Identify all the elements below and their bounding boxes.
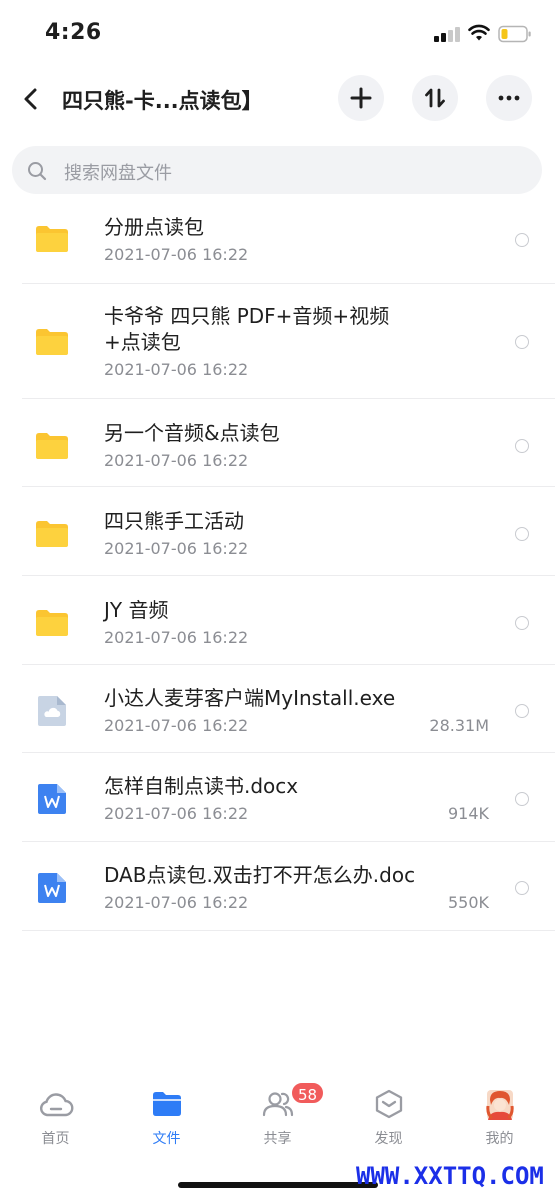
file-list: 分册点读包 2021-07-06 16:22 卡爷爷 四只熊 PDF+音频+视频… bbox=[0, 196, 555, 931]
watermark-text: WWW.XXTTQ.COM bbox=[356, 1162, 544, 1190]
file-name: 小达人麦芽客户端MyInstall.exe bbox=[104, 686, 396, 710]
file-size: 28.31M bbox=[429, 716, 489, 735]
tab-label: 发现 bbox=[374, 1131, 403, 1147]
search-icon bbox=[28, 162, 47, 181]
select-radio[interactable] bbox=[515, 439, 529, 453]
file-name: 卡爷爷 四只熊 PDF+音频+视频+点读包 bbox=[104, 304, 390, 354]
share-count-badge: 58 bbox=[290, 1081, 326, 1105]
tab-home[interactable]: 首页 bbox=[0, 1080, 111, 1160]
status-time: 4:26 bbox=[45, 20, 102, 45]
sort-button[interactable] bbox=[412, 75, 458, 121]
tab-discover[interactable]: 发现 bbox=[333, 1080, 444, 1160]
select-radio[interactable] bbox=[515, 881, 529, 895]
file-date: 2021-07-06 16:22 bbox=[104, 451, 249, 470]
word-doc-icon bbox=[38, 873, 66, 903]
file-name: JY 音频 bbox=[104, 598, 169, 622]
folder-icon bbox=[36, 610, 68, 636]
file-name: 另一个音频&点读包 bbox=[104, 421, 280, 445]
select-radio[interactable] bbox=[515, 527, 529, 541]
folder-icon bbox=[36, 433, 68, 459]
folder-icon bbox=[36, 226, 68, 252]
select-radio[interactable] bbox=[515, 233, 529, 247]
home-indicator bbox=[178, 1182, 378, 1188]
search-input[interactable]: 搜索网盘文件 bbox=[12, 146, 542, 194]
tab-files[interactable]: 文件 bbox=[111, 1080, 222, 1160]
cube-icon bbox=[375, 1089, 403, 1119]
sort-arrows-icon bbox=[425, 88, 445, 108]
list-item[interactable]: 小达人麦芽客户端MyInstall.exe 2021-07-06 16:22 2… bbox=[0, 665, 555, 753]
status-bar: 4:26 bbox=[0, 0, 555, 64]
more-dots-icon bbox=[498, 95, 520, 101]
file-name: 分册点读包 bbox=[104, 215, 204, 239]
tab-label: 共享 bbox=[263, 1131, 292, 1147]
file-date: 2021-07-06 16:22 bbox=[104, 804, 249, 823]
file-date: 2021-07-06 16:22 bbox=[104, 628, 249, 647]
list-item[interactable]: DAB点读包.双击打不开怎么办.doc 2021-07-06 16:22 550… bbox=[0, 842, 555, 931]
select-radio[interactable] bbox=[515, 792, 529, 806]
list-item[interactable]: 分册点读包 2021-07-06 16:22 bbox=[0, 196, 555, 284]
file-name: 怎样自制点读书.docx bbox=[104, 774, 299, 798]
wifi-icon bbox=[468, 24, 490, 41]
tab-label: 首页 bbox=[41, 1131, 70, 1147]
avatar-icon bbox=[486, 1090, 514, 1120]
list-item[interactable]: 怎样自制点读书.docx 2021-07-06 16:22 914K bbox=[0, 753, 555, 842]
file-size: 914K bbox=[447, 804, 489, 823]
select-radio[interactable] bbox=[515, 335, 529, 349]
cloud-icon bbox=[40, 1093, 74, 1117]
tab-profile[interactable]: 我的 bbox=[444, 1080, 555, 1160]
tab-label: 文件 bbox=[152, 1131, 181, 1147]
page-title: 四只熊-卡...点读包】 bbox=[62, 89, 263, 113]
file-date: 2021-07-06 16:22 bbox=[104, 539, 249, 558]
row-divider bbox=[22, 930, 555, 931]
more-button[interactable] bbox=[486, 75, 532, 121]
word-doc-icon bbox=[38, 784, 66, 814]
folder-icon bbox=[36, 521, 68, 547]
select-radio[interactable] bbox=[515, 704, 529, 718]
folder-icon bbox=[153, 1092, 181, 1116]
list-item[interactable]: JY 音频 2021-07-06 16:22 bbox=[0, 576, 555, 665]
list-item[interactable]: 四只熊手工活动 2021-07-06 16:22 bbox=[0, 487, 555, 576]
folder-icon bbox=[36, 329, 68, 355]
plus-icon bbox=[350, 87, 372, 109]
file-size: 550K bbox=[447, 893, 489, 912]
file-date: 2021-07-06 16:22 bbox=[104, 360, 249, 379]
list-item[interactable]: 卡爷爷 四只熊 PDF+音频+视频+点读包 2021-07-06 16:22 bbox=[0, 284, 555, 399]
exe-file-icon bbox=[38, 696, 66, 726]
list-item[interactable]: 另一个音频&点读包 2021-07-06 16:22 bbox=[0, 399, 555, 487]
file-date: 2021-07-06 16:22 bbox=[104, 893, 249, 912]
search-placeholder: 搜索网盘文件 bbox=[64, 163, 172, 184]
file-date: 2021-07-06 16:22 bbox=[104, 245, 249, 264]
tab-label: 我的 bbox=[485, 1131, 514, 1147]
signal-icon bbox=[434, 26, 462, 42]
select-radio[interactable] bbox=[515, 616, 529, 630]
file-name: 四只熊手工活动 bbox=[104, 509, 244, 533]
top-nav-bar: 四只熊-卡...点读包】 bbox=[0, 64, 555, 136]
back-chevron-icon[interactable] bbox=[16, 84, 46, 114]
file-name: DAB点读包.双击打不开怎么办.doc bbox=[104, 863, 416, 887]
battery-icon bbox=[498, 25, 531, 43]
bottom-tab-bar: 首页 文件 共享 发现 我的 bbox=[0, 1080, 555, 1160]
add-button[interactable] bbox=[338, 75, 384, 121]
file-date: 2021-07-06 16:22 bbox=[104, 716, 249, 735]
